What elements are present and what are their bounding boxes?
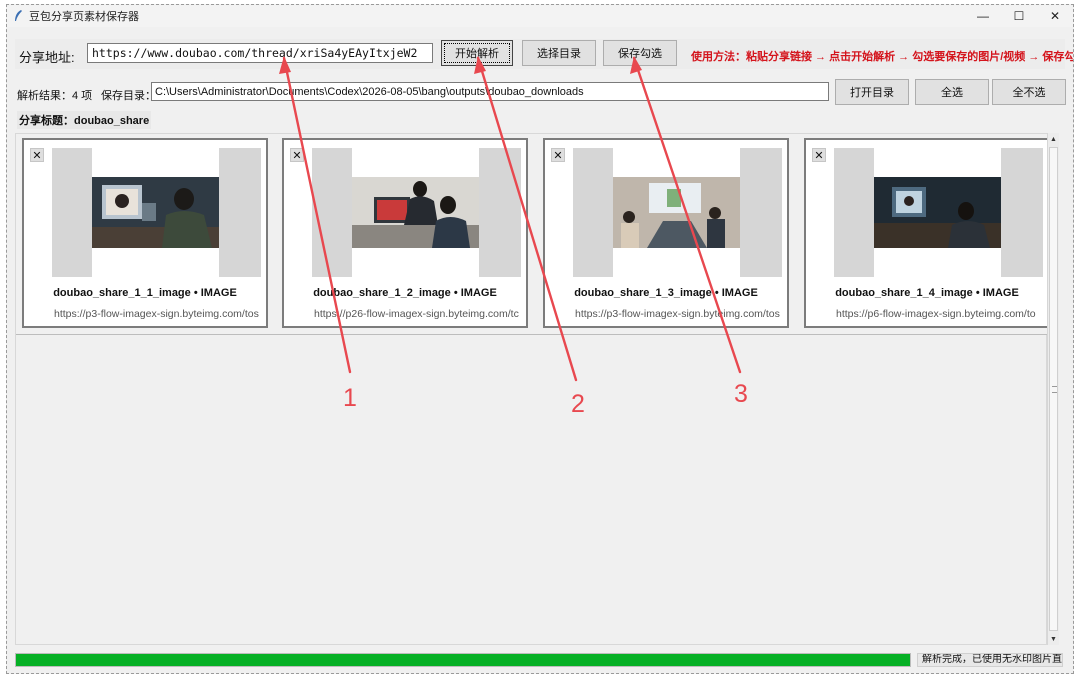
- close-button[interactable]: ✕: [1037, 5, 1073, 27]
- parse-result-count: 解析结果：4 项: [17, 90, 93, 102]
- night-office-photo-image: [874, 177, 1001, 248]
- save-dir-input[interactable]: [151, 82, 829, 101]
- minimize-icon: —: [977, 9, 989, 23]
- usage-instructions: 使用方法：粘贴分享链接 → 点击开始解析 → 勾选要保存的图片/视频 → 保存勾…: [691, 51, 1074, 63]
- thumbnail-frame: [352, 148, 479, 277]
- card-checkbox[interactable]: ✕: [551, 148, 565, 162]
- directory-toolbar: 解析结果：4 项 保存目录： 打开目录 全选 全不选: [15, 79, 1066, 107]
- app-window: 豆包分享页素材保存器 — ☐ ✕ 分享地址: 开始解析 选择目录 保存勾选 使用…: [6, 4, 1074, 674]
- thumbnail-frame: [874, 148, 1001, 277]
- cards-row: ✕ doubao_share_1_1_image • IMAGE https:/…: [16, 134, 1050, 335]
- url-toolbar: 分享地址: 开始解析 选择目录 保存勾选 使用方法：粘贴分享链接 → 点击开始解…: [15, 39, 1073, 69]
- title-bar[interactable]: 豆包分享页素材保存器 — ☐ ✕: [7, 5, 1073, 27]
- window-title: 豆包分享页素材保存器: [29, 11, 139, 23]
- meeting-photo-image: [613, 177, 740, 248]
- thumbnail-frame: [613, 148, 740, 277]
- maximize-icon: ☐: [1013, 9, 1025, 23]
- office-photo-image: [92, 177, 219, 248]
- media-card-4[interactable]: ✕ doubao_share_1_4_image • IMAGE https:/…: [804, 138, 1050, 328]
- media-thumbnail[interactable]: [834, 148, 1043, 277]
- save-checked-button[interactable]: 保存勾选: [603, 40, 677, 66]
- progress-bar: [15, 653, 911, 667]
- media-list[interactable]: ✕ doubao_share_1_1_image • IMAGE https:/…: [15, 133, 1050, 645]
- card-source-url: https://p3-flow-imagex-sign.byteimg.com/…: [575, 308, 780, 320]
- media-thumbnail[interactable]: [573, 148, 782, 277]
- media-thumbnail[interactable]: [312, 148, 521, 277]
- open-dir-button[interactable]: 打开目录: [835, 79, 909, 105]
- scroll-thumb[interactable]: [1049, 147, 1058, 631]
- progress-fill: [16, 654, 910, 666]
- card-file-name: doubao_share_1_2_image • IMAGE: [313, 287, 497, 299]
- save-dir-label: 保存目录：: [101, 90, 156, 102]
- scroll-up-icon[interactable]: ▲: [1048, 133, 1059, 145]
- annotation-number-1: 1: [343, 384, 357, 412]
- card-source-url: https://p26-flow-imagex-sign.byteimg.com…: [314, 308, 519, 320]
- card-file-name: doubao_share_1_1_image • IMAGE: [53, 287, 237, 299]
- vertical-scrollbar[interactable]: ▲ ▼: [1047, 133, 1059, 645]
- select-none-button[interactable]: 全不选: [992, 79, 1066, 105]
- maximize-button[interactable]: ☐: [1001, 5, 1037, 27]
- card-checkbox[interactable]: ✕: [290, 148, 304, 162]
- share-url-label: 分享地址:: [19, 50, 75, 65]
- minimize-button[interactable]: —: [965, 5, 1001, 27]
- annotation-number-2: 2: [571, 390, 585, 418]
- office-photo-image: [352, 177, 479, 248]
- card-file-name: doubao_share_1_4_image • IMAGE: [835, 287, 1019, 299]
- feather-icon: [13, 9, 23, 23]
- card-source-url: https://p3-flow-imagex-sign.byteimg.com/…: [54, 308, 259, 320]
- card-source-url: https://p6-flow-imagex-sign.byteimg.com/…: [836, 308, 1036, 320]
- media-card-2[interactable]: ✕ doubao_share_1_2_image • IMAGE https:/…: [282, 138, 528, 328]
- share-url-input[interactable]: [87, 43, 433, 63]
- thumbnail-frame: [92, 148, 219, 277]
- media-thumbnail[interactable]: [52, 148, 261, 277]
- client-area: 分享地址: 开始解析 选择目录 保存勾选 使用方法：粘贴分享链接 → 点击开始解…: [7, 27, 1073, 673]
- card-checkbox[interactable]: ✕: [812, 148, 826, 162]
- media-card-1[interactable]: ✕ doubao_share_1_1_image • IMAGE https:/…: [22, 138, 268, 328]
- choose-dir-button[interactable]: 选择目录: [522, 40, 596, 66]
- close-icon: ✕: [1049, 9, 1061, 23]
- window-controls: — ☐ ✕: [965, 5, 1073, 27]
- media-card-3[interactable]: ✕ doubao_share_1_3_image • IMAGE https:/…: [543, 138, 789, 328]
- parse-button[interactable]: 开始解析: [441, 40, 513, 66]
- share-title: 分享标题：doubao_share: [17, 111, 152, 129]
- grip-icon: [1052, 386, 1057, 393]
- card-checkbox[interactable]: ✕: [30, 148, 44, 162]
- card-file-name: doubao_share_1_3_image • IMAGE: [574, 287, 758, 299]
- scroll-down-icon[interactable]: ▼: [1048, 633, 1059, 645]
- annotation-number-3: 3: [734, 380, 748, 408]
- status-text: 解析完成，已使用无水印图片直链: [917, 653, 1063, 667]
- select-all-button[interactable]: 全选: [915, 79, 989, 105]
